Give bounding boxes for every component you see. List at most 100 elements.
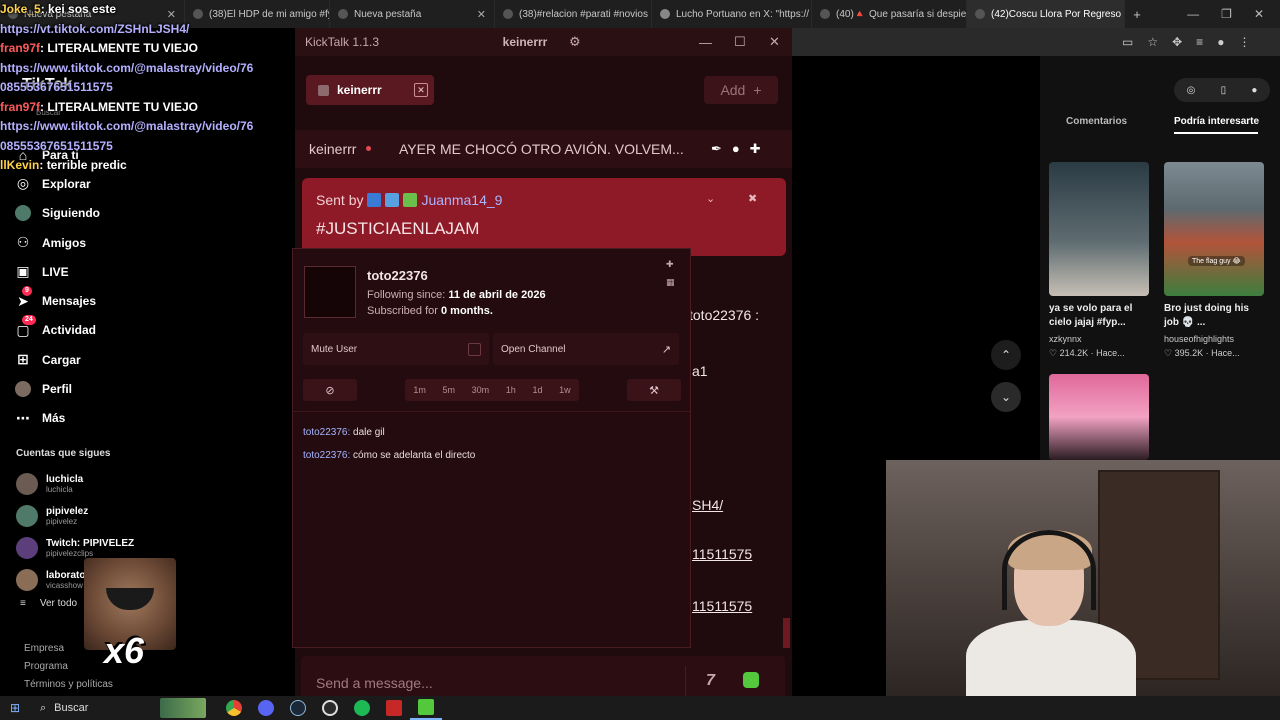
tab-comentarios[interactable]: Comentarios bbox=[1066, 116, 1127, 127]
bookmark-star-icon[interactable]: ☆ bbox=[1147, 35, 1158, 49]
message-username[interactable]: toto22376: bbox=[303, 427, 350, 438]
gear-icon[interactable]: ⚙ bbox=[569, 34, 581, 50]
following-item[interactable]: pipivelez pipivelez bbox=[16, 500, 286, 532]
chat-link-fragment[interactable]: 11511575 bbox=[692, 546, 752, 562]
message-username[interactable]: toto22376: bbox=[303, 450, 350, 461]
chat-link-fragment[interactable]: SH4/ bbox=[692, 497, 723, 513]
following-handle: vicasshow bbox=[46, 580, 83, 590]
timeout-button[interactable]: 30m bbox=[472, 385, 490, 395]
unpin-icon[interactable]: ✖ bbox=[748, 192, 757, 205]
taskbar-kicktalk[interactable] bbox=[410, 696, 442, 720]
taskbar-widget[interactable] bbox=[160, 698, 206, 718]
mute-checkbox[interactable] bbox=[468, 342, 481, 356]
new-tab-button[interactable]: + bbox=[1125, 7, 1149, 22]
chat-link-fragment[interactable]: 11511575 bbox=[692, 598, 752, 614]
video-thumbnail[interactable] bbox=[1049, 374, 1149, 460]
nav-item-perfil[interactable]: Perfil bbox=[14, 374, 284, 403]
taskbar-spotify[interactable] bbox=[346, 696, 378, 720]
pin-icon[interactable]: ✚ bbox=[750, 141, 761, 157]
see-all-label: Ver todo bbox=[39, 598, 78, 609]
close-tab-icon[interactable]: ✕ bbox=[414, 83, 428, 97]
cast-icon[interactable]: ▭ bbox=[1122, 35, 1133, 49]
sent-by-label: Sent by bbox=[316, 192, 364, 208]
nav-item-live[interactable]: ▣ LIVE bbox=[14, 257, 284, 286]
pin-card-icon[interactable]: ✚ bbox=[666, 259, 674, 270]
pinned-sender-name[interactable]: Juanma14_9 bbox=[421, 192, 502, 208]
browser-tab-active[interactable]: (42)Coscu Llora Por Regreso De ✕ bbox=[967, 0, 1125, 28]
nav-item-amigos[interactable]: ⚇ Amigos bbox=[14, 228, 284, 257]
browser-tab[interactable]: (40)🔺 Que pasaría si despierta ✕ bbox=[812, 0, 967, 28]
profile-icon bbox=[14, 380, 32, 398]
taskbar-search-label: Buscar bbox=[54, 702, 89, 714]
timeout-button[interactable]: 1m bbox=[413, 385, 426, 395]
see-all-link[interactable]: ≡ Ver todo bbox=[20, 598, 77, 609]
video-thumbnail[interactable] bbox=[1049, 162, 1149, 296]
timeout-button[interactable]: 1d bbox=[532, 385, 542, 395]
kicktalk-title-user[interactable]: keinerrr bbox=[495, 35, 555, 49]
discord-icon bbox=[258, 700, 274, 716]
badge-icon bbox=[367, 193, 382, 207]
profile-avatar-icon[interactable]: ● bbox=[1217, 35, 1224, 49]
seventv-emote-icon[interactable]: 7 bbox=[706, 672, 715, 690]
timeout-button[interactable]: 1w bbox=[559, 385, 571, 395]
taskbar-app[interactable] bbox=[378, 696, 410, 720]
chevron-down-icon[interactable]: ⌄ bbox=[991, 382, 1021, 412]
open-channel-button[interactable]: Open Channel ↗ bbox=[493, 333, 679, 365]
minimize-icon[interactable]: — bbox=[1187, 7, 1199, 21]
video-author[interactable]: houseofhighlights bbox=[1164, 334, 1234, 344]
unban-button[interactable]: ⚒ bbox=[627, 379, 681, 401]
mute-user-label: Mute User bbox=[311, 343, 358, 355]
timeout-button[interactable]: 1h bbox=[506, 385, 516, 395]
close-icon[interactable]: ✕ bbox=[1254, 7, 1264, 21]
following-item[interactable]: luchicla luchicla bbox=[16, 468, 286, 500]
nav-item-mas[interactable]: ⋯ Más bbox=[14, 404, 284, 433]
steam-icon bbox=[290, 700, 306, 716]
menu-kebab-icon[interactable]: ⋮ bbox=[1238, 35, 1250, 49]
minimize-icon[interactable]: — bbox=[699, 35, 712, 50]
nav-item-siguiendo[interactable]: Siguiendo bbox=[14, 199, 284, 228]
maximize-icon[interactable]: ❐ bbox=[1221, 7, 1232, 21]
video-author[interactable]: xzkynnx bbox=[1049, 334, 1082, 344]
browser-tab[interactable]: (38)#relacion #parati #novios ✕ bbox=[495, 0, 652, 28]
taskbar-search[interactable]: ⌕ Buscar bbox=[30, 696, 160, 720]
taskbar-chrome[interactable] bbox=[218, 696, 250, 720]
phone-icon[interactable]: ▯ bbox=[1221, 85, 1227, 96]
stream-bar-icons: ✒ ● ✚ bbox=[711, 141, 761, 157]
user-icon[interactable]: ● bbox=[732, 141, 740, 157]
browser-tab[interactable]: Lucho Portuano en X: "https:// ✕ bbox=[652, 0, 812, 28]
mute-user-toggle[interactable]: Mute User bbox=[303, 333, 489, 365]
ban-button[interactable]: ⊘ bbox=[303, 379, 357, 401]
tab-close-icon[interactable]: ✕ bbox=[477, 8, 486, 21]
chat-scrollbar[interactable] bbox=[783, 618, 790, 648]
copy-icon[interactable]: ▦ bbox=[666, 277, 675, 288]
footer-link[interactable]: Programa bbox=[24, 658, 113, 676]
compass-icon[interactable]: ◎ bbox=[1187, 85, 1196, 96]
windows-start-icon[interactable]: ⊞ bbox=[0, 696, 30, 720]
close-icon[interactable]: ✕ bbox=[769, 34, 780, 50]
nav-item-mensajes[interactable]: ➤ 9 Mensajes bbox=[14, 286, 284, 315]
chevron-down-icon[interactable]: ⌄ bbox=[706, 192, 715, 205]
following-name: laborato bbox=[46, 569, 86, 581]
tab-podria-interesarte[interactable]: Podría interesarte bbox=[1174, 116, 1259, 127]
taskbar-obs[interactable] bbox=[314, 696, 346, 720]
nav-item-actividad[interactable]: ▢ 24 Actividad bbox=[14, 315, 284, 345]
video-caption[interactable]: ya se volo para el cielo jajaj #fyp... bbox=[1049, 302, 1149, 330]
taskbar-discord[interactable] bbox=[250, 696, 282, 720]
taskbar-steam[interactable] bbox=[282, 696, 314, 720]
video-caption[interactable]: Bro just doing his job 💀 ... bbox=[1164, 302, 1264, 330]
media-icon[interactable]: ≡ bbox=[1196, 35, 1203, 49]
kick-emote-icon[interactable] bbox=[743, 672, 759, 688]
following-handle: pipivelez bbox=[46, 516, 78, 526]
extensions-icon[interactable]: ✥ bbox=[1172, 35, 1182, 49]
footer-link[interactable]: Términos y políticas bbox=[24, 676, 113, 694]
maximize-icon[interactable]: ☐ bbox=[734, 34, 746, 50]
add-channel-button[interactable]: Add + bbox=[704, 76, 778, 104]
profile-avatar-icon[interactable]: ● bbox=[1251, 85, 1257, 96]
mod-sword-icon[interactable]: ✒ bbox=[711, 141, 722, 157]
nav-item-cargar[interactable]: ⊞ Cargar bbox=[14, 345, 284, 374]
video-thumbnail[interactable]: The flag guy 😂 bbox=[1164, 162, 1264, 296]
timeout-button[interactable]: 5m bbox=[442, 385, 455, 395]
chevron-up-icon[interactable]: ⌃ bbox=[991, 340, 1021, 370]
browser-tab[interactable]: Nueva pestaña ✕ bbox=[330, 0, 495, 28]
kicktalk-channel-tab[interactable]: keinerrr ✕ bbox=[306, 75, 434, 105]
